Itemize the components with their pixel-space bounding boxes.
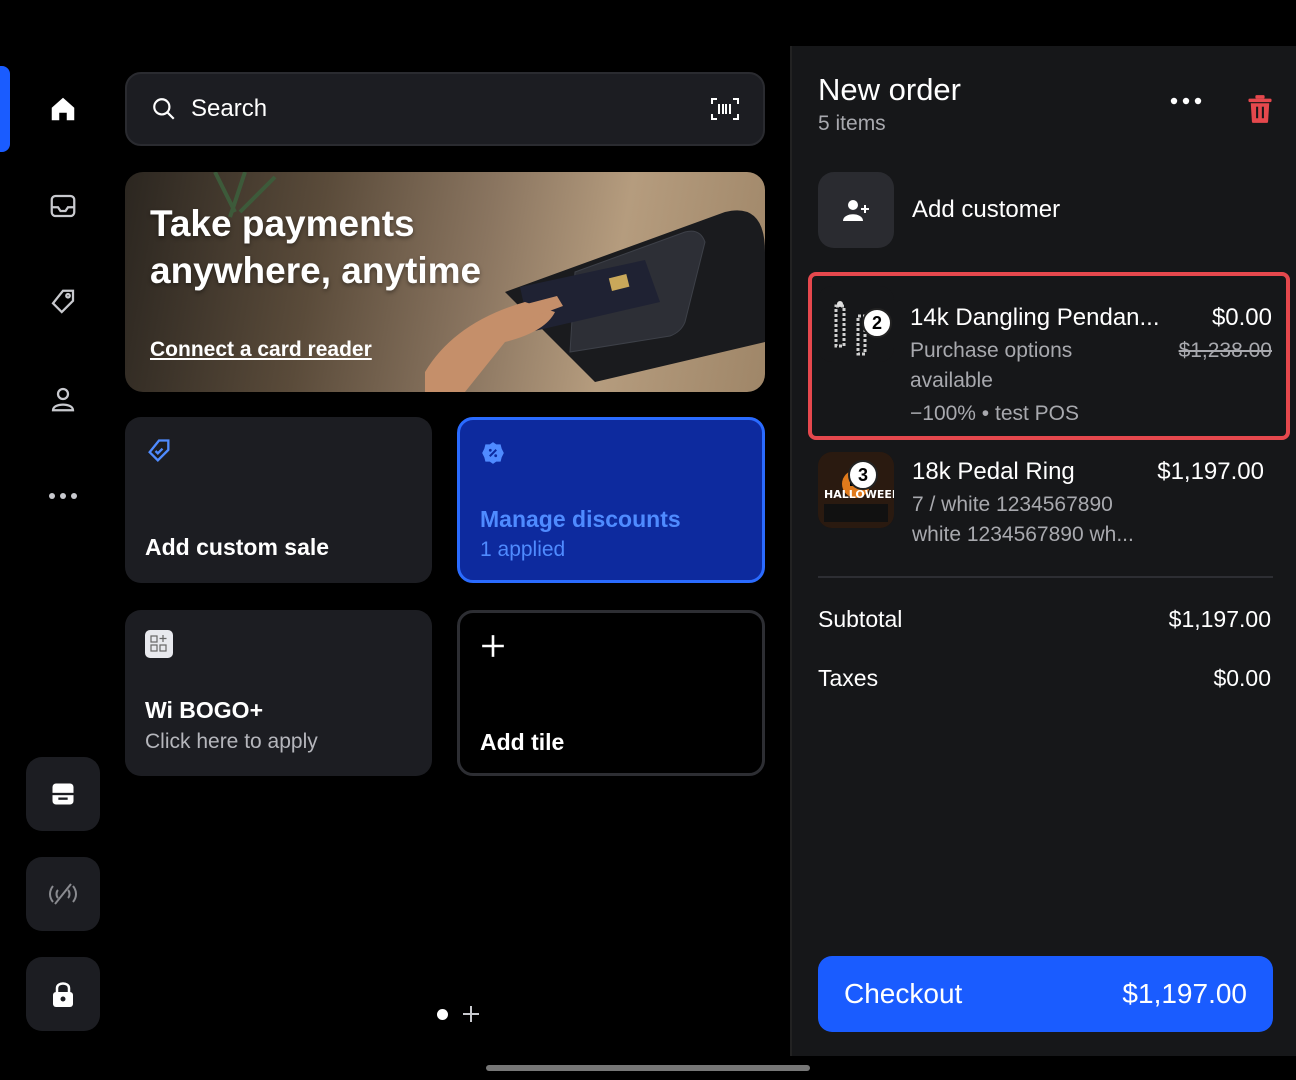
offline-mode-button[interactable] — [26, 857, 100, 931]
order-more-icon[interactable] — [1170, 96, 1202, 106]
plus-icon — [482, 635, 504, 657]
active-indicator — [0, 66, 10, 152]
item-name: 18k Pedal Ring — [912, 458, 1075, 485]
bogo-grid-icon — [145, 630, 173, 658]
trash-icon[interactable] — [1246, 94, 1274, 124]
item-option-line1: 7 / white 1234567890 — [912, 493, 1113, 516]
add-page-icon[interactable] — [462, 1005, 480, 1023]
home-icon[interactable] — [38, 84, 88, 134]
item-price: $0.00 — [1211, 304, 1272, 331]
line-item-selected[interactable]: 2 14k Dangling Pendan... $0.00 Purchase … — [808, 272, 1290, 440]
item-quantity-badge: 3 — [848, 460, 878, 490]
add-tile-label: Add tile — [480, 729, 565, 755]
thumbnail-caption: HALLOWEEN — [824, 488, 894, 501]
orders-inbox-icon[interactable] — [38, 181, 88, 231]
item-price: $1,197.00 — [1157, 458, 1264, 485]
bogo-sub-label: Click here to apply — [145, 730, 318, 753]
banner-title: Take payments anywhere, anytime — [150, 203, 482, 291]
bogo-label: Wi BOGO+ — [145, 697, 263, 723]
taxes-label: Taxes — [818, 665, 879, 691]
item-name: 14k Dangling Pendan... — [910, 304, 1160, 331]
customer-icon[interactable] — [38, 374, 88, 424]
item-option-line1: Purchase options — [910, 339, 1073, 362]
checkout-total: $1,197.00 — [1122, 978, 1247, 1009]
promo-banner[interactable]: Take payments anywhere, anytime Connect … — [125, 172, 765, 392]
taxes-value: $0.00 — [1213, 665, 1271, 691]
order-title: New order — [818, 72, 961, 107]
line-item[interactable]: HALLOWEEN 3 18k Pedal Ring $1,197.00 7 /… — [808, 442, 1290, 572]
item-option-line2: white 1234567890 wh... — [912, 523, 1134, 546]
checkout-button[interactable]: Checkout $1,197.00 — [818, 956, 1273, 1032]
order-panel: New order 5 items Add customer 2 14k Dan… — [790, 46, 1296, 1056]
item-quantity-badge: 2 — [862, 308, 892, 338]
register-button[interactable] — [26, 757, 100, 831]
discounts-applied-count: 1 applied — [480, 538, 566, 561]
subtotal-value: $1,197.00 — [1168, 606, 1271, 632]
barcode-scan-icon[interactable] — [711, 98, 739, 120]
page-dot-active[interactable] — [437, 1008, 448, 1020]
search-icon — [153, 98, 175, 120]
item-original-price: $1,238.00 — [1178, 339, 1272, 362]
manage-discounts-label: Manage discounts — [480, 506, 681, 532]
lock-icon — [53, 982, 73, 1007]
divider — [818, 576, 1273, 578]
custom-sale-tag-icon — [148, 439, 170, 462]
more-menu-icon[interactable] — [38, 471, 88, 521]
connect-card-reader-link[interactable]: Connect a card reader — [150, 338, 372, 362]
left-rail — [0, 46, 125, 1056]
item-discount: −100% • test POS — [910, 402, 1080, 425]
signal-off-icon — [49, 883, 77, 905]
add-customer-label[interactable]: Add customer — [912, 196, 1060, 224]
bogo-tile[interactable]: Wi BOGO+ Click here to apply — [125, 610, 432, 776]
order-item-count: 5 items — [818, 112, 886, 135]
tag-icon[interactable] — [38, 277, 88, 327]
add-tile[interactable]: Add tile — [457, 610, 765, 776]
search-bar[interactable]: Search — [125, 72, 765, 146]
register-icon — [52, 783, 74, 805]
search-label: Search — [191, 95, 268, 122]
discount-badge-icon — [482, 442, 504, 464]
add-custom-sale-tile[interactable]: Add custom sale — [125, 417, 432, 583]
add-custom-sale-label: Add custom sale — [145, 534, 330, 560]
manage-discounts-tile[interactable]: Manage discounts 1 applied — [457, 417, 765, 583]
add-customer-button[interactable] — [818, 172, 894, 248]
subtotal-label: Subtotal — [818, 606, 903, 632]
add-person-icon — [843, 200, 869, 221]
home-indicator[interactable] — [486, 1065, 810, 1071]
page-indicator — [437, 1005, 480, 1023]
lock-button[interactable] — [26, 957, 100, 1031]
checkout-label: Checkout — [844, 978, 963, 1009]
item-option-line2: available — [910, 369, 993, 392]
